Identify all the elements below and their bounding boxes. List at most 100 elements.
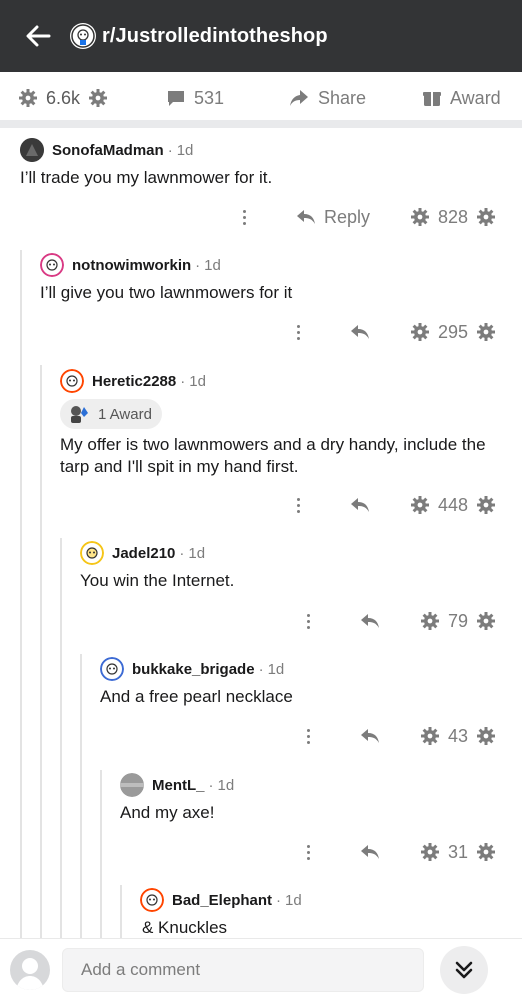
award-badge[interactable]: 1 Award	[60, 399, 162, 429]
reply-button[interactable]	[350, 324, 370, 340]
upvote-icon[interactable]	[18, 88, 38, 108]
comment-body: And my axe!	[120, 803, 215, 822]
downvote-icon[interactable]	[476, 611, 496, 631]
share-button[interactable]: Share	[288, 88, 366, 109]
comment-body: And a free pearl necklace	[100, 687, 293, 706]
reply-button[interactable]	[360, 844, 380, 860]
back-button[interactable]	[18, 16, 58, 56]
award-button[interactable]: Award	[422, 88, 501, 109]
collapse-threads-button[interactable]	[440, 945, 488, 994]
upvote-icon[interactable]	[410, 207, 430, 227]
reply-icon	[361, 729, 379, 743]
comment-separator: ·	[180, 372, 186, 390]
comment-author[interactable]: Jadel210	[112, 545, 175, 562]
comment-score: 43	[448, 725, 469, 746]
thread-line	[100, 770, 102, 940]
avatar[interactable]	[60, 369, 84, 393]
gift-icon	[423, 92, 441, 106]
comment-age: 1d	[189, 372, 206, 390]
more-options-button[interactable]	[298, 728, 318, 744]
upvote-icon[interactable]	[420, 842, 440, 862]
share-icon	[290, 90, 308, 106]
add-comment-input[interactable]: Add a comment	[62, 947, 424, 992]
upvote-icon[interactable]	[410, 495, 430, 515]
comment-body: I’ll give you two lawnmowers for it	[40, 283, 293, 302]
comment-author[interactable]: Heretic2288	[92, 373, 176, 390]
avatar[interactable]	[120, 773, 144, 797]
more-options-button[interactable]	[298, 613, 318, 629]
comment-score: 828	[438, 206, 469, 227]
award-label: Award	[450, 87, 501, 108]
comment-author[interactable]: SonofaMadman	[52, 142, 164, 159]
comment-separator: ·	[208, 776, 214, 794]
reply-button[interactable]	[360, 728, 380, 744]
comment-age: 1d	[204, 256, 221, 274]
comment-author[interactable]: Bad_Elephant	[172, 892, 272, 909]
avatar[interactable]	[100, 657, 124, 681]
comment-author[interactable]: bukkake_brigade	[132, 661, 255, 678]
app-header: r/Justrolledintotheshop	[0, 0, 522, 72]
user-silhouette-icon	[16, 957, 44, 990]
comment-separator: ·	[167, 141, 173, 159]
subreddit-name[interactable]: r/Justrolledintotheshop	[102, 25, 328, 48]
thread-line	[40, 365, 42, 940]
comment-score: 31	[448, 841, 469, 862]
back-arrow-icon	[26, 25, 51, 47]
reply-icon	[351, 498, 369, 512]
avatar[interactable]	[80, 541, 104, 565]
comment-body: I’ll trade you my lawnmower for it.	[20, 168, 273, 187]
comment-separator: ·	[179, 544, 185, 562]
more-options-button[interactable]	[234, 209, 254, 225]
comment-score: 448	[438, 494, 469, 515]
downvote-icon[interactable]	[476, 726, 496, 746]
comment-body-line: My offer is two lawnmowers and a dry han…	[60, 435, 486, 454]
comment-separator: ·	[276, 891, 282, 909]
downvote-icon[interactable]	[476, 207, 496, 227]
comment-composer-bar: Add a comment	[0, 938, 522, 1000]
reply-button[interactable]	[360, 613, 380, 629]
comments-count-button[interactable]: 531	[166, 88, 224, 109]
comment-body: You win the Internet.	[80, 571, 235, 590]
comment-separator: ·	[195, 256, 201, 274]
comment-age: 1d	[176, 141, 194, 159]
award-count: 1 Award	[98, 405, 152, 423]
share-label: Share	[318, 87, 367, 108]
comment-age: 1d	[217, 776, 235, 794]
downvote-icon[interactable]	[476, 495, 496, 515]
comments-count: 531	[194, 87, 225, 108]
comment-author[interactable]: notnowimworkin	[72, 257, 191, 274]
avatar[interactable]	[40, 253, 64, 277]
reply-label: Reply	[324, 206, 371, 227]
reply-button[interactable]	[350, 497, 370, 513]
upvote-icon[interactable]	[420, 611, 440, 631]
double-chevron-down-icon	[455, 961, 473, 978]
downvote-icon[interactable]	[476, 322, 496, 342]
reply-icon	[297, 210, 315, 224]
more-options-button[interactable]	[288, 497, 308, 513]
upvote-icon[interactable]	[420, 726, 440, 746]
upvote-icon[interactable]	[410, 322, 430, 342]
downvote-icon[interactable]	[476, 842, 496, 862]
more-options-button[interactable]	[288, 324, 308, 340]
subreddit-icon[interactable]	[70, 23, 96, 49]
thread-line	[20, 250, 22, 940]
user-avatar[interactable]	[10, 949, 50, 990]
reply-button[interactable]: Reply	[296, 207, 370, 228]
post-action-bar: 6.6k 531 Share Award	[0, 72, 522, 124]
reply-icon	[361, 845, 379, 859]
comment-body: & Knuckles	[142, 918, 228, 937]
more-options-button[interactable]	[298, 844, 318, 860]
comment-author[interactable]: MentL_	[152, 777, 205, 794]
comment-body-line: tarp and I'll spit in my hand first.	[60, 457, 299, 476]
avatar[interactable]	[20, 138, 44, 162]
comment-age: 1d	[267, 660, 285, 678]
avatar[interactable]	[140, 888, 164, 912]
post-vote: 6.6k	[18, 88, 108, 109]
comment-score: 295	[438, 321, 469, 342]
comment-age: 1d	[285, 891, 302, 909]
comment-separator: ·	[258, 660, 264, 678]
thread-line	[80, 654, 82, 940]
downvote-icon[interactable]	[88, 88, 108, 108]
comment-score: 79	[448, 610, 469, 631]
comment-icon	[168, 91, 184, 106]
